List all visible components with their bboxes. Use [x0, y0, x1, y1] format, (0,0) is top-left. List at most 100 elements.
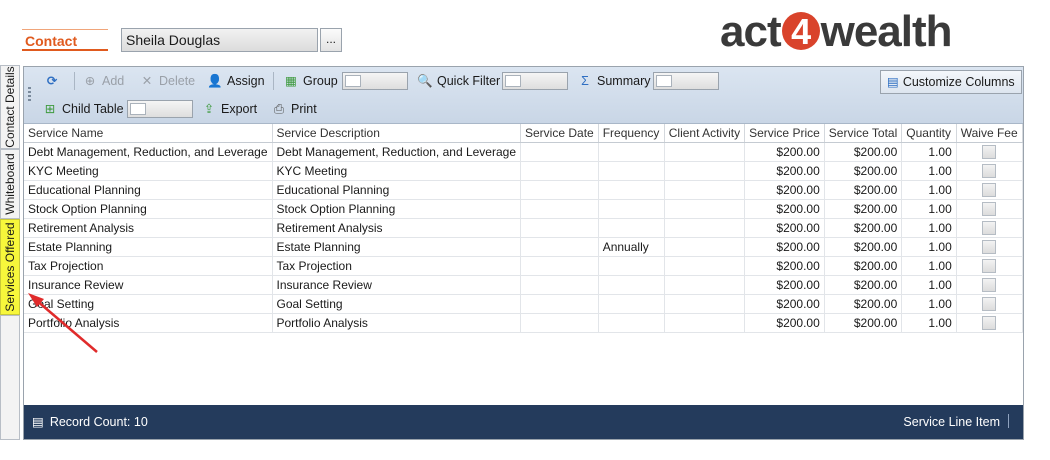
cell-desc[interactable]: Goal Setting [272, 294, 521, 314]
cell-freq[interactable] [598, 199, 665, 219]
waive-fee-checkbox[interactable] [982, 221, 997, 236]
cell-price[interactable]: $200.00 [744, 237, 825, 257]
quick-filter-button[interactable]: 🔍 Quick Filter [417, 71, 500, 91]
cell-total[interactable]: $200.00 [824, 313, 903, 333]
cell-price[interactable]: $200.00 [744, 142, 825, 162]
waive-fee-checkbox[interactable] [982, 145, 997, 160]
cell-desc[interactable]: Portfolio Analysis [272, 313, 521, 333]
cell-total[interactable]: $200.00 [824, 218, 903, 238]
cell-activity[interactable] [664, 218, 746, 238]
contact-browse-button[interactable]: ... [320, 28, 342, 52]
cell-qty[interactable]: 1.00 [901, 199, 957, 219]
table-row[interactable]: KYC Meeting KYC Meeting $200.00 $200.00 1.00 [24, 161, 1024, 181]
table-row[interactable]: Portfolio Analysis Portfolio Analysis $200… [24, 313, 1024, 333]
column-header[interactable]: Client Activity [664, 124, 746, 143]
export-button[interactable]: ⇪ Export [201, 99, 257, 119]
waive-fee-checkbox[interactable] [982, 164, 997, 179]
cell-total[interactable]: $200.00 [824, 275, 903, 295]
cell-date[interactable] [520, 218, 599, 238]
cell-total[interactable]: $200.00 [824, 294, 903, 314]
waive-fee-checkbox[interactable] [982, 240, 997, 255]
cell-date[interactable] [520, 256, 599, 276]
cell-total[interactable]: $200.00 [824, 256, 903, 276]
cell-freq[interactable] [598, 294, 665, 314]
cell-qty[interactable]: 1.00 [901, 275, 957, 295]
cell-desc[interactable]: Educational Planning [272, 180, 521, 200]
cell-activity[interactable] [664, 313, 746, 333]
cell-qty[interactable]: 1.00 [901, 180, 957, 200]
group-button[interactable]: ▦ Group [283, 71, 338, 91]
waive-fee-checkbox[interactable] [982, 278, 997, 293]
cell-total[interactable]: $200.00 [824, 142, 903, 162]
cell-date[interactable] [520, 313, 599, 333]
cell-freq[interactable]: Annually [598, 237, 665, 257]
column-header[interactable]: Waive Fee [956, 124, 1024, 143]
waive-fee-checkbox[interactable] [982, 183, 997, 198]
cell-price[interactable]: $200.00 [744, 275, 825, 295]
cell-activity[interactable] [664, 199, 746, 219]
cell-desc[interactable]: Insurance Review [272, 275, 521, 295]
table-row[interactable]: Debt Management, Reduction, and Leverage… [24, 142, 1024, 162]
cell-qty[interactable]: 1.00 [901, 142, 957, 162]
cell-activity[interactable] [664, 142, 746, 162]
tab-services-offered[interactable]: Services Offered [0, 219, 20, 315]
cell-qty[interactable]: 1.00 [901, 237, 957, 257]
cell-date[interactable] [520, 199, 599, 219]
cell-price[interactable]: $200.00 [744, 180, 825, 200]
cell-name[interactable]: Stock Option Planning [24, 199, 273, 219]
cell-freq[interactable] [598, 161, 665, 181]
waive-fee-checkbox[interactable] [982, 259, 997, 274]
cell-freq[interactable] [598, 313, 665, 333]
column-header[interactable]: Service Name [24, 124, 273, 143]
table-row[interactable]: Educational Planning Educational Planning… [24, 180, 1024, 200]
cell-freq[interactable] [598, 218, 665, 238]
cell-desc[interactable]: KYC Meeting [272, 161, 521, 181]
cell-desc[interactable]: Tax Projection [272, 256, 521, 276]
child-table-toggle[interactable] [127, 100, 193, 118]
tab-whiteboard[interactable]: Whiteboard [0, 149, 20, 219]
cell-activity[interactable] [664, 237, 746, 257]
cell-qty[interactable]: 1.00 [901, 161, 957, 181]
cell-total[interactable]: $200.00 [824, 161, 903, 181]
table-row[interactable]: Insurance Review Insurance Review $200.00 $… [24, 275, 1024, 295]
cell-name[interactable]: Tax Projection [24, 256, 273, 276]
child-table-button[interactable]: ⊞ Child Table [42, 99, 124, 119]
cell-name[interactable]: Debt Management, Reduction, and Leverage [24, 142, 273, 162]
cell-date[interactable] [520, 237, 599, 257]
cell-name[interactable]: Retirement Analysis [24, 218, 273, 238]
cell-price[interactable]: $200.00 [744, 161, 825, 181]
cell-name[interactable]: Estate Planning [24, 237, 273, 257]
cell-activity[interactable] [664, 161, 746, 181]
summary-toggle[interactable] [653, 72, 719, 90]
cell-name[interactable]: Insurance Review [24, 275, 273, 295]
cell-desc[interactable]: Estate Planning [272, 237, 521, 257]
cell-freq[interactable] [598, 142, 665, 162]
cell-date[interactable] [520, 161, 599, 181]
cell-desc[interactable]: Stock Option Planning [272, 199, 521, 219]
cell-name[interactable]: KYC Meeting [24, 161, 273, 181]
assign-button[interactable]: 👤 Assign [207, 71, 264, 91]
delete-button[interactable]: ✕ Delete [139, 71, 195, 91]
table-row[interactable]: Estate Planning Estate Planning Annually $2… [24, 237, 1024, 257]
column-header[interactable]: Service Total [824, 124, 903, 143]
cell-date[interactable] [520, 180, 599, 200]
cell-desc[interactable]: Retirement Analysis [272, 218, 521, 238]
cell-qty[interactable]: 1.00 [901, 256, 957, 276]
cell-qty[interactable]: 1.00 [901, 294, 957, 314]
waive-fee-checkbox[interactable] [982, 202, 997, 217]
table-row[interactable]: Retirement Analysis Retirement Analysis $2… [24, 218, 1024, 238]
column-header[interactable]: Service Description [272, 124, 521, 143]
cell-qty[interactable]: 1.00 [901, 313, 957, 333]
cell-activity[interactable] [664, 294, 746, 314]
quick-filter-toggle[interactable] [502, 72, 568, 90]
column-header[interactable]: Frequency [598, 124, 665, 143]
table-row[interactable]: Stock Option Planning Stock Option Planni… [24, 199, 1024, 219]
toolbar-grip[interactable] [28, 87, 31, 103]
cell-qty[interactable]: 1.00 [901, 218, 957, 238]
cell-total[interactable]: $200.00 [824, 199, 903, 219]
cell-total[interactable]: $200.00 [824, 237, 903, 257]
waive-fee-checkbox[interactable] [982, 297, 997, 312]
cell-activity[interactable] [664, 256, 746, 276]
tab-contact-details[interactable]: Contact Details [0, 65, 20, 149]
column-header[interactable]: Quantity [901, 124, 957, 143]
